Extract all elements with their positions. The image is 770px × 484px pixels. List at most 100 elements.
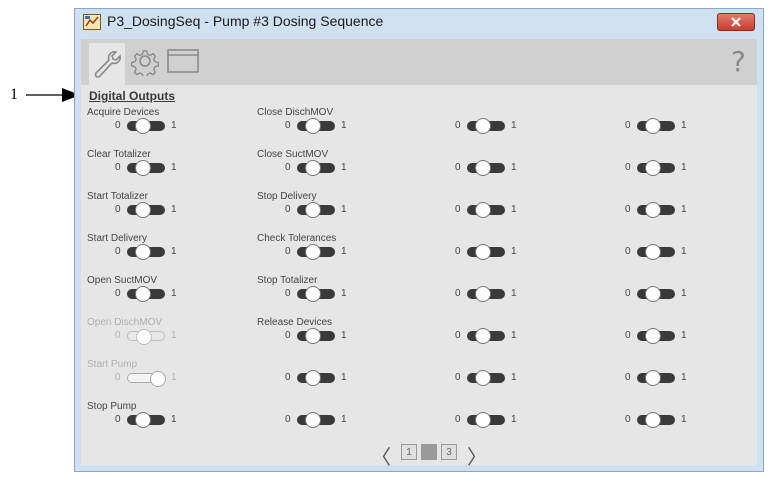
output-toggle[interactable]: 01: [455, 328, 535, 344]
title-bar: P3_DosingSeq - Pump #3 Dosing Sequence: [75, 9, 763, 35]
output-label: Check Tolerances: [257, 233, 337, 244]
output-c2-row-8: 01: [257, 401, 387, 437]
output-c4-row-3: 01: [597, 191, 727, 227]
output-toggle[interactable]: 01: [285, 202, 365, 218]
output-toggle[interactable]: 01: [625, 370, 705, 386]
toggle-track: [467, 328, 505, 344]
output-label: Stop Totalizer: [257, 275, 318, 286]
output-toggle[interactable]: 01: [625, 202, 705, 218]
output-toggle[interactable]: 01: [115, 244, 195, 260]
output-c4-row-7: 01: [597, 359, 727, 395]
output-c1-row-7: Start Pump 0 1: [87, 359, 217, 395]
output-toggle: 01: [115, 371, 195, 387]
output-c4-row-6: 01: [597, 317, 727, 353]
toggle-zero-label: 0: [115, 246, 121, 257]
toggle-zero-label: 0: [285, 204, 291, 215]
toggle-knob: [135, 412, 151, 428]
toggle-zero-label: 0: [115, 120, 121, 131]
close-icon: [731, 17, 741, 27]
toggle-zero-label: 0: [115, 288, 121, 299]
output-toggle[interactable]: 01: [455, 244, 535, 260]
output-label: Open DischMOV: [87, 317, 163, 328]
output-toggle[interactable]: 01: [625, 160, 705, 176]
output-toggle[interactable]: 01: [285, 118, 365, 134]
toggle-zero-label: 0: [625, 246, 631, 257]
output-toggle[interactable]: 01: [115, 202, 195, 218]
toggle-zero-label: 0: [625, 288, 631, 299]
prev-page-arrow[interactable]: 〈: [371, 441, 391, 470]
output-toggle[interactable]: 01: [285, 160, 365, 176]
toggle-knob: [645, 244, 661, 260]
help-icon[interactable]: ?: [731, 45, 746, 78]
toggle-one-label: 1: [511, 162, 517, 173]
toggle-zero-label: 0: [115, 162, 121, 173]
output-toggle[interactable]: 01: [285, 328, 365, 344]
output-toggle[interactable]: 01: [285, 412, 365, 428]
toggle-one-label: 1: [511, 414, 517, 425]
output-toggle[interactable]: 01: [625, 328, 705, 344]
output-toggle[interactable]: 01: [455, 370, 535, 386]
toggle-zero-label: 0: [285, 246, 291, 257]
toggle-one-label: 1: [511, 120, 517, 131]
page-2-button[interactable]: 2: [421, 444, 437, 460]
close-button[interactable]: [717, 13, 755, 31]
tab-display[interactable]: [165, 43, 201, 79]
wrench-icon: [94, 51, 121, 78]
toggle-zero-label: 0: [625, 204, 631, 215]
toggle-one-label: 1: [341, 162, 347, 173]
output-c2-row-5: Stop Totalizer 0 1: [257, 275, 387, 311]
output-label: Stop Delivery: [257, 191, 317, 202]
output-toggle[interactable]: 01: [625, 118, 705, 134]
toggle-one-label: 1: [681, 120, 687, 131]
output-toggle[interactable]: 01: [625, 412, 705, 428]
output-c1-row-4: Start Delivery 0 1: [87, 233, 217, 269]
toggle-one-label: 1: [681, 288, 687, 299]
toggle-track: [127, 286, 165, 302]
output-toggle[interactable]: 01: [115, 412, 195, 428]
toggle-knob: [135, 244, 151, 260]
toggle-one-label: 1: [171, 120, 177, 131]
output-toggle[interactable]: 01: [455, 286, 535, 302]
output-toggle[interactable]: 01: [285, 286, 365, 302]
toggle-one-label: 1: [681, 414, 687, 425]
toggle-knob: [305, 286, 321, 302]
output-toggle[interactable]: 01: [455, 160, 535, 176]
output-c4-row-4: 01: [597, 233, 727, 269]
output-toggle[interactable]: 01: [285, 244, 365, 260]
toggle-one-label: 1: [171, 330, 177, 341]
output-toggle[interactable]: 01: [285, 370, 365, 386]
next-page-arrow[interactable]: 〉: [467, 441, 487, 470]
output-label: Start Totalizer: [87, 191, 148, 202]
toggle-zero-label: 0: [115, 204, 121, 215]
toggle-track: [637, 286, 675, 302]
output-toggle[interactable]: 01: [115, 160, 195, 176]
toggle-knob: [475, 244, 491, 260]
output-toggle[interactable]: 01: [115, 118, 195, 134]
toggle-knob: [475, 202, 491, 218]
output-toggle[interactable]: 01: [625, 286, 705, 302]
toggle-zero-label: 0: [285, 162, 291, 173]
toggle-knob: [305, 412, 321, 428]
toggle-track: [467, 160, 505, 176]
output-c4-row-2: 01: [597, 149, 727, 185]
output-toggle[interactable]: 01: [625, 244, 705, 260]
output-toggle[interactable]: 01: [115, 286, 195, 302]
output-toggle[interactable]: 01: [455, 118, 535, 134]
toggle-track: [637, 328, 675, 344]
toggle-knob: [475, 118, 491, 134]
toggle-zero-label: 0: [285, 414, 291, 425]
output-c1-row-8: Stop Pump 0 1: [87, 401, 217, 437]
output-toggle[interactable]: 01: [455, 412, 535, 428]
toggle-track: [127, 329, 165, 345]
toggle-track: [467, 118, 505, 134]
page-3-button[interactable]: 3: [441, 444, 457, 460]
output-toggle[interactable]: 01: [455, 202, 535, 218]
page-1-button[interactable]: 1: [401, 444, 417, 460]
output-c3-row-5: 01: [427, 275, 557, 311]
tab-configuration[interactable]: [127, 43, 163, 79]
toggle-one-label: 1: [341, 204, 347, 215]
tab-maintenance[interactable]: [89, 43, 125, 85]
toggle-knob: [475, 328, 491, 344]
output-c3-row-1: 01: [427, 107, 557, 143]
toggle-knob: [305, 160, 321, 176]
